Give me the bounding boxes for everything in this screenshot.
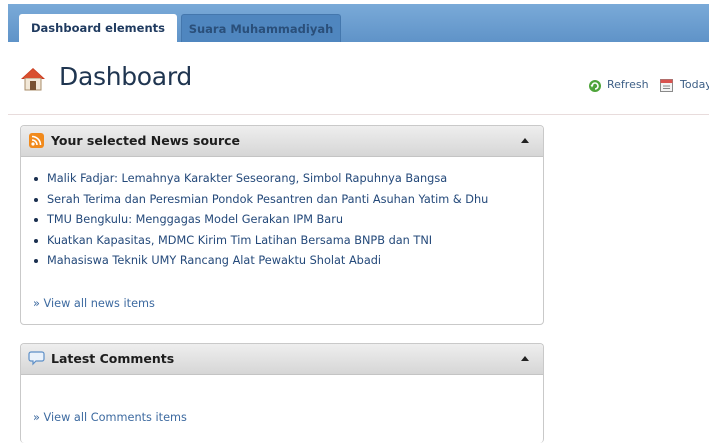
home-icon	[21, 68, 45, 91]
comments-widget-title: Latest Comments	[51, 351, 175, 366]
tab-bar: Dashboard elements Suara Muhammadiyah	[8, 4, 709, 42]
comments-widget: Latest Comments » View all Comments item…	[20, 343, 544, 443]
news-item-link[interactable]: Malik Fadjar: Lemahnya Karakter Seseoran…	[47, 172, 447, 185]
news-item-link[interactable]: Serah Terima dan Peresmian Pondok Pesant…	[47, 193, 488, 206]
calendar-icon[interactable]	[660, 79, 673, 92]
news-item-link[interactable]: Mahasiswa Teknik UMY Rancang Alat Pewakt…	[47, 254, 381, 267]
page-header: Dashboard Refresh Today	[8, 42, 709, 115]
bullet-icon	[34, 259, 38, 263]
news-list: Malik Fadjar: Lemahnya Karakter Seseoran…	[33, 169, 488, 272]
bullet-icon	[34, 218, 38, 222]
page-title: Dashboard	[59, 62, 192, 91]
news-widget: Your selected News source Malik Fadjar: …	[20, 125, 544, 325]
refresh-button[interactable]: Refresh	[607, 78, 649, 91]
tab-suara-muhammadiyah[interactable]: Suara Muhammadiyah	[181, 14, 341, 42]
news-item[interactable]: TMU Bengkulu: Menggagas Model Gerakan IP…	[33, 210, 488, 231]
news-widget-title: Your selected News source	[51, 133, 241, 148]
comment-icon	[28, 351, 45, 366]
tab-dashboard-elements[interactable]: Dashboard elements	[19, 14, 177, 42]
collapse-icon[interactable]	[521, 138, 529, 143]
collapse-icon[interactable]	[521, 356, 529, 361]
bullet-icon	[34, 197, 38, 202]
news-item-link[interactable]: Kuatkan Kapasitas, MDMC Kirim Tim Latiha…	[47, 234, 432, 247]
comments-widget-header: Latest Comments	[21, 344, 543, 375]
today-button[interactable]: Today	[680, 78, 709, 91]
view-all-comments-link[interactable]: » View all Comments items	[33, 411, 187, 424]
news-widget-header: Your selected News source	[21, 126, 543, 157]
view-all-news-link[interactable]: » View all news items	[33, 297, 155, 310]
bullet-icon	[34, 177, 38, 181]
news-item[interactable]: Serah Terima dan Peresmian Pondok Pesant…	[33, 190, 488, 211]
refresh-icon[interactable]	[588, 79, 602, 93]
news-item-link[interactable]: TMU Bengkulu: Menggagas Model Gerakan IP…	[47, 213, 343, 226]
bullet-icon	[34, 238, 38, 243]
news-item[interactable]: Malik Fadjar: Lemahnya Karakter Seseoran…	[33, 169, 488, 190]
news-item[interactable]: Kuatkan Kapasitas, MDMC Kirim Tim Latiha…	[33, 231, 488, 252]
news-item[interactable]: Mahasiswa Teknik UMY Rancang Alat Pewakt…	[33, 251, 488, 272]
rss-icon	[29, 133, 44, 148]
